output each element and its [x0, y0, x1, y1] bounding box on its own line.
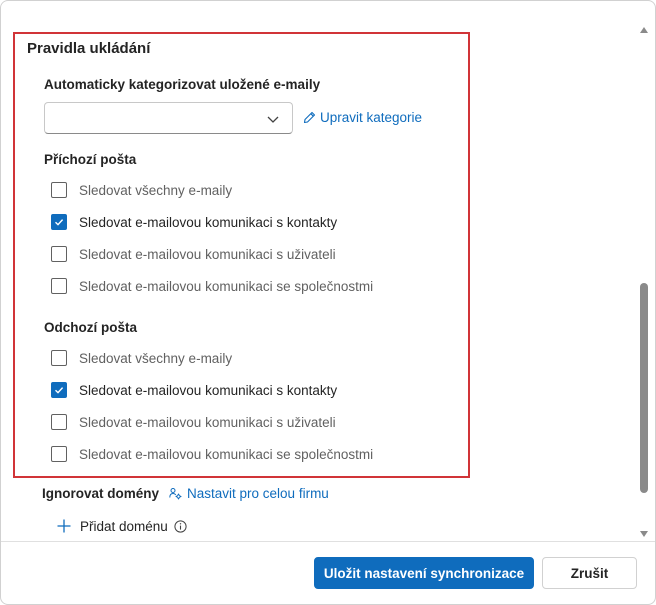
checkbox-label: Sledovat e-mailovou komunikaci se společ…: [79, 278, 374, 294]
checkbox-label: Sledovat všechny e-maily: [79, 182, 233, 198]
scroll-down-arrow-icon[interactable]: [640, 531, 648, 537]
chevron-down-icon: [267, 116, 279, 123]
category-dropdown[interactable]: [44, 102, 293, 134]
info-icon[interactable]: [174, 519, 187, 533]
checkbox-label: Sledovat e-mailovou komunikaci s kontakt…: [79, 214, 338, 230]
incoming-track-contacts-checkbox[interactable]: Sledovat e-mailovou komunikaci s kontakt…: [51, 212, 337, 232]
outgoing-track-companies-checkbox[interactable]: Sledovat e-mailovou komunikaci se společ…: [51, 444, 373, 464]
pencil-icon: [303, 111, 316, 124]
incoming-track-users-checkbox[interactable]: Sledovat e-mailovou komunikaci s uživate…: [51, 244, 336, 264]
checkbox-box[interactable]: [51, 278, 67, 294]
ignore-domains-row: Ignorovat domény Nastavit pro celou firm…: [42, 486, 329, 501]
checkbox-box[interactable]: [51, 414, 67, 430]
storage-rules-section: Pravidla ukládání Automaticky kategorizo…: [13, 32, 470, 478]
outgoing-track-users-checkbox[interactable]: Sledovat e-mailovou komunikaci s uživate…: [51, 412, 336, 432]
add-domain-button[interactable]: Přidat doménu: [56, 518, 187, 534]
save-sync-settings-button[interactable]: Uložit nastavení synchronizace: [314, 557, 534, 589]
cancel-button[interactable]: Zrušit: [542, 557, 637, 589]
edit-categories-label: Upravit kategorie: [320, 110, 423, 125]
checkbox-box[interactable]: [51, 350, 67, 366]
checkbox-box[interactable]: [51, 246, 67, 262]
section-title: Pravidla ukládání: [27, 40, 151, 57]
outgoing-track-all-checkbox[interactable]: Sledovat všechny e-maily: [51, 348, 232, 368]
incoming-track-all-checkbox[interactable]: Sledovat všechny e-maily: [51, 180, 232, 200]
checkbox-box[interactable]: [51, 214, 67, 230]
vertical-scrollbar[interactable]: [638, 19, 652, 541]
incoming-track-companies-checkbox[interactable]: Sledovat e-mailovou komunikaci se společ…: [51, 276, 373, 296]
checkbox-box[interactable]: [51, 382, 67, 398]
auto-categorize-label: Automaticky kategorizovat uložené e-mail…: [44, 77, 321, 92]
org-wide-settings-link[interactable]: Nastavit pro celou firmu: [169, 486, 329, 501]
scroll-up-arrow-icon[interactable]: [640, 27, 648, 33]
checkbox-label: Sledovat všechny e-maily: [79, 350, 233, 366]
people-settings-icon: [169, 488, 182, 500]
checkbox-label: Sledovat e-mailovou komunikaci s uživate…: [79, 246, 336, 262]
plus-icon: [57, 519, 71, 533]
checkbox-label: Sledovat e-mailovou komunikaci s kontakt…: [79, 382, 338, 398]
outgoing-track-contacts-checkbox[interactable]: Sledovat e-mailovou komunikaci s kontakt…: [51, 380, 337, 400]
checkbox-box[interactable]: [51, 446, 67, 462]
sync-settings-dialog: Pravidla ukládání Automaticky kategorizo…: [0, 0, 656, 605]
checkmark-icon: [55, 387, 64, 394]
checkmark-icon: [55, 219, 64, 226]
ignore-domains-label: Ignorovat domény: [42, 486, 160, 501]
add-domain-label: Přidat doménu: [80, 518, 168, 534]
scroll-thumb[interactable]: [640, 283, 648, 493]
checkbox-label: Sledovat e-mailovou komunikaci s uživate…: [79, 414, 336, 430]
incoming-mail-label: Příchozí pošta: [44, 152, 137, 167]
org-wide-settings-label: Nastavit pro celou firmu: [187, 486, 329, 501]
checkbox-box[interactable]: [51, 182, 67, 198]
outgoing-mail-label: Odchozí pošta: [44, 320, 138, 335]
footer-divider: [1, 541, 655, 542]
edit-categories-link[interactable]: Upravit kategorie: [303, 110, 422, 125]
checkbox-label: Sledovat e-mailovou komunikaci se společ…: [79, 446, 374, 462]
